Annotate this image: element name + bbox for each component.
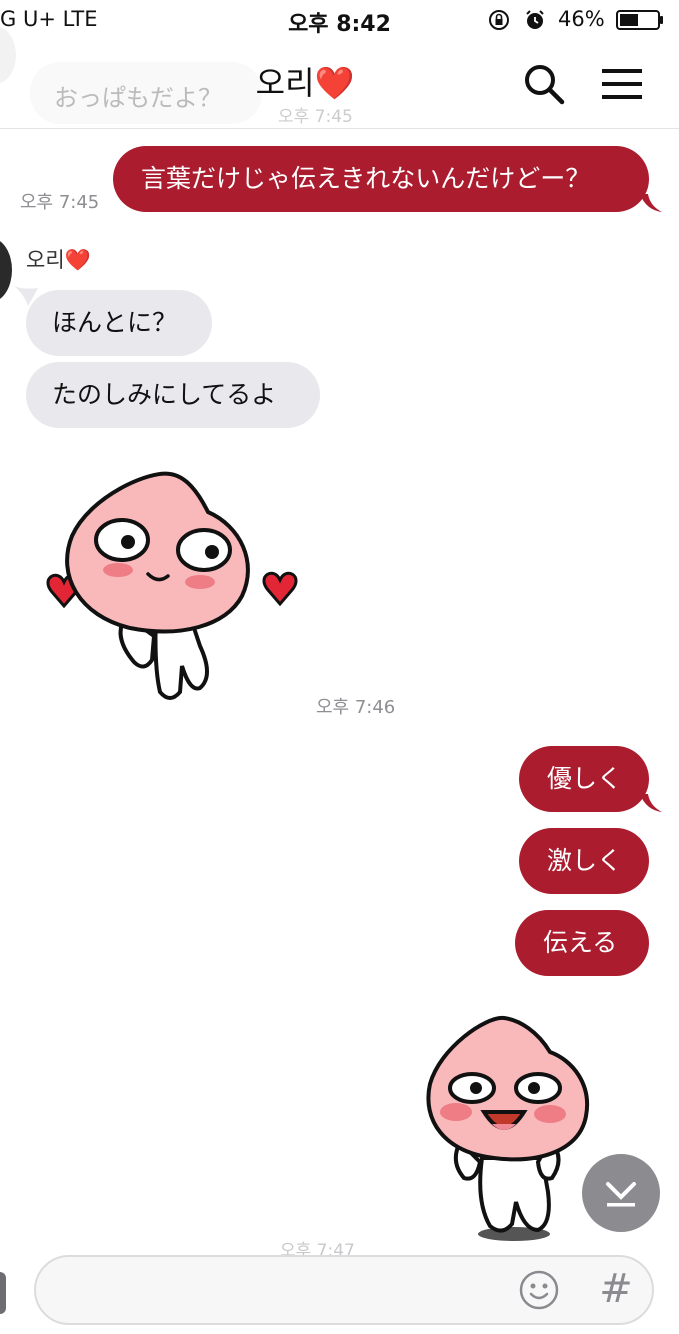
message-time: 오후 7:46 [316,697,396,718]
message-input[interactable] [34,1255,654,1325]
bubble-tail [640,794,662,812]
hashtag-search-button[interactable]: # [592,1264,640,1314]
my-message-bubble[interactable]: 伝える [515,910,649,976]
battery-icon [616,10,663,30]
my-message-bubble[interactable]: 優しく [519,746,649,812]
battery-percentage: 46% [558,7,605,31]
sender-name: 오리❤️ [26,248,91,272]
my-message-bubble[interactable]: 言葉だけじゃ伝えきれないんだけどー？ [113,146,649,212]
emoticon-icon [519,1270,559,1310]
chevron-down-icon [606,1182,636,1207]
their-message-bubble[interactable]: ほんとに？ [26,290,212,356]
alarm-icon [526,10,544,29]
emoticon-button[interactable] [518,1269,560,1311]
apeach-happy-sticker[interactable] [420,1012,595,1248]
chat-header: おっぱもだよ？ 오후 7:45 오리❤️ [0,26,679,129]
hamburger-menu-icon [602,69,642,99]
faded-message-time: 오후 7:45 [278,107,353,127]
message-time: 오후 7:45 [20,192,100,213]
avatar[interactable] [0,238,12,302]
status-bar: G U+ LTE 오후 8:42 46% [0,0,679,40]
bubble-tail [640,194,662,212]
chat-title[interactable]: 오리❤️ [0,58,610,104]
search-icon [525,65,565,105]
their-message-bubble[interactable]: たのしみにしてるよ [26,362,320,428]
attach-button[interactable] [0,1272,6,1314]
rotation-lock-icon [489,10,509,30]
scroll-to-bottom-button[interactable] [582,1154,660,1232]
apeach-shy-hearts-sticker[interactable] [30,466,310,706]
search-button[interactable] [520,60,568,108]
my-message-bubble[interactable]: 激しく [519,828,649,894]
menu-button[interactable] [596,60,648,108]
